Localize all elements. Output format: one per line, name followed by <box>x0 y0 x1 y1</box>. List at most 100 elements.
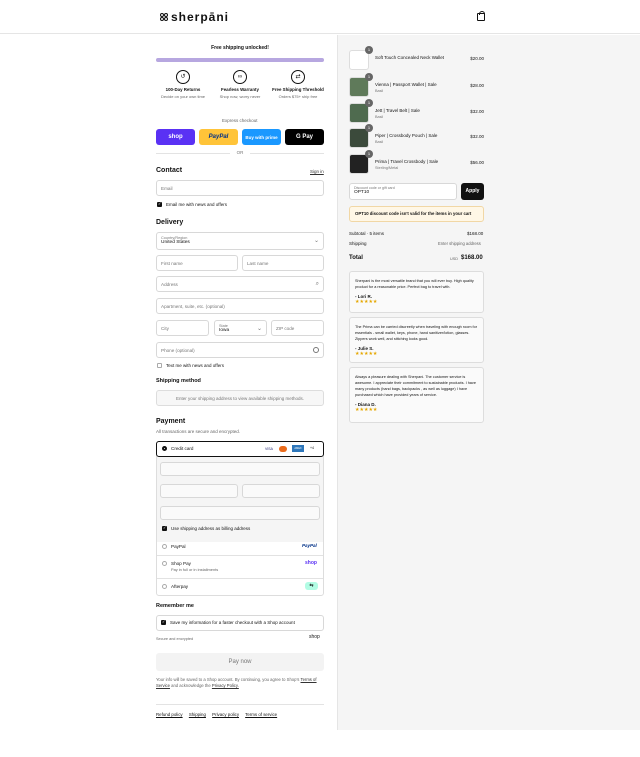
security-code-field[interactable] <box>242 484 320 498</box>
city-field[interactable]: City <box>156 320 209 336</box>
shop-pay-button[interactable]: shop <box>156 129 195 145</box>
legal-text-1: Your info will be saved to a Shop accoun… <box>156 677 300 682</box>
delivery-heading: Delivery <box>156 219 184 226</box>
cart-item: 1 Soft Touch Concealed Neck Wallet $20.0… <box>349 46 484 72</box>
sign-in-link[interactable]: Sign in <box>310 169 324 174</box>
cart-item: 1 Jett | Travel Belt | Sale Basil $32.00 <box>349 99 484 125</box>
privacy-link[interactable]: Privacy Policy. <box>212 683 239 688</box>
rating-stars: ★★★★★ <box>355 407 378 413</box>
expiration-field[interactable] <box>160 484 238 498</box>
prime-button[interactable]: Buy with prime <box>242 129 281 145</box>
cart-icon[interactable] <box>477 11 485 21</box>
card-number-field[interactable] <box>160 462 320 476</box>
shop-pay-radio[interactable] <box>162 561 167 566</box>
address-field[interactable]: Address ⌕ <box>156 276 324 292</box>
footer-shipping-link[interactable]: Shipping <box>189 712 206 717</box>
legal-text: Your info will be saved to a Shop accoun… <box>156 677 324 689</box>
divider <box>157 578 323 579</box>
first-name-field[interactable]: First name <box>156 255 238 271</box>
cart-item: 1 Vienna | Passport Wallet | Sale Basil … <box>349 73 484 99</box>
review-text: Sherpani is the most versatile brand tha… <box>355 279 474 289</box>
google-pay-button[interactable]: G Pay <box>285 129 324 145</box>
item-price: $20.00 <box>470 56 484 61</box>
subtotal-label: Subtotal · 5 items <box>349 231 385 236</box>
state-value: Iowa <box>219 328 230 333</box>
shipping-method-note: Enter your shipping address to view avai… <box>156 390 324 406</box>
item-name: Prima | Travel Crossbody | Sale <box>375 159 439 164</box>
item-variant: Basil <box>375 140 384 144</box>
review-card: The Prima can be carried discreetly when… <box>349 317 484 363</box>
quantity-badge: 1 <box>365 150 373 158</box>
item-name: Jett | Travel Belt | Sale <box>375 108 420 113</box>
feature-title: 100-Day Returns <box>165 87 201 92</box>
review-card: Always a pleasure dealing with Sherpani.… <box>349 367 484 423</box>
quantity-badge: 1 <box>365 99 373 107</box>
shop-pay-option[interactable]: Shop Pay <box>171 561 191 566</box>
express-checkout-label: Express checkout <box>222 118 258 123</box>
payment-heading: Payment <box>156 418 186 425</box>
quantity-badge: 1 <box>365 124 373 132</box>
warning-text: OPT10 discount code isn't valid for the … <box>355 211 472 216</box>
remember-heading: Remember me <box>156 603 194 609</box>
item-price: $32.00 <box>470 109 484 114</box>
top-header: sherpāni <box>0 0 640 34</box>
shipping-method-heading: Shipping method <box>156 378 201 384</box>
quantity-badge: 1 <box>365 73 373 81</box>
contact-heading: Contact <box>156 167 183 174</box>
discount-code-input[interactable]: Discount code or gift card OPT10 <box>349 183 457 200</box>
address-placeholder: Address <box>161 282 178 287</box>
apartment-field[interactable]: Apartment, suite, etc. (optional) <box>156 298 324 314</box>
text-offers-label: Text me with news and offers <box>166 363 224 368</box>
help-icon[interactable] <box>313 347 319 353</box>
footer-refund-link[interactable]: Refund policy <box>156 712 183 717</box>
rating-stars: ★★★★★ <box>355 299 378 305</box>
email-field[interactable]: Email <box>156 180 324 196</box>
pay-now-button[interactable]: Pay now <box>156 653 324 671</box>
phone-placeholder: Phone (optional) <box>161 348 195 353</box>
save-info-label: Save my information for a faster checkou… <box>170 620 295 625</box>
apply-button[interactable]: Apply <box>461 183 484 200</box>
zip-field[interactable]: ZIP code <box>271 320 324 336</box>
shipping-label: Shipping <box>349 241 367 246</box>
text-offers-checkbox[interactable] <box>157 363 162 368</box>
paypal-logo: PayPal <box>302 543 317 548</box>
shipping-progress-bar <box>156 58 324 62</box>
shop-logo: shop <box>309 634 320 640</box>
footer-privacy-link[interactable]: Privacy policy <box>212 712 239 717</box>
payment-subheading: All transactions are secure and encrypte… <box>156 429 241 434</box>
feature-shipping: ⇄ Free Shipping Threshold Orders $75+ sh… <box>270 70 326 99</box>
newsletter-checkbox[interactable] <box>157 201 162 207</box>
search-icon: ⌕ <box>315 281 319 287</box>
discount-value: OPT10 <box>354 190 370 195</box>
sherpani-logo[interactable]: sherpāni <box>160 10 229 24</box>
phone-field[interactable]: Phone (optional) <box>156 342 324 358</box>
shipping-value: Enter shipping address <box>438 241 481 246</box>
paypal-radio[interactable] <box>162 544 167 549</box>
name-on-card-field[interactable] <box>160 506 320 520</box>
item-variant: Sterling/Metal <box>375 166 399 170</box>
feature-title: Fearless Warranty <box>221 87 259 92</box>
item-name: Soft Touch Concealed Neck Wallet <box>375 55 445 60</box>
item-name: Vienna | Passport Wallet | Sale <box>375 82 437 87</box>
cart-item: 1 Prima | Travel Crossbody | Sale Sterli… <box>349 150 484 176</box>
item-name: Piper | Crossbody Pouch | Sale <box>375 133 438 138</box>
mastercard-icon <box>279 446 287 452</box>
billing-checkbox[interactable] <box>162 525 167 531</box>
item-price: $28.00 <box>470 83 484 88</box>
state-select[interactable]: State Iowa ⌄ <box>214 320 267 336</box>
rating-stars: ★★★★★ <box>355 351 378 357</box>
currency-code: USD <box>450 257 459 261</box>
save-info-checkbox[interactable] <box>161 619 166 625</box>
last-name-field[interactable]: Last name <box>242 255 324 271</box>
return-icon: ↺ <box>176 70 190 84</box>
afterpay-radio[interactable] <box>162 584 167 589</box>
footer-terms-link[interactable]: Terms of service <box>245 712 277 717</box>
country-select[interactable]: Country/Region United States ⌄ <box>156 232 324 250</box>
paypal-button[interactable]: PayPal <box>199 129 238 145</box>
afterpay-option[interactable]: Afterpay <box>171 584 188 589</box>
credit-card-label: Credit card <box>171 446 194 451</box>
chevron-down-icon: ⌄ <box>256 326 262 332</box>
country-value: United States <box>161 240 190 245</box>
total-value: $168.00 <box>461 255 483 261</box>
paypal-option[interactable]: PayPal <box>171 544 186 549</box>
